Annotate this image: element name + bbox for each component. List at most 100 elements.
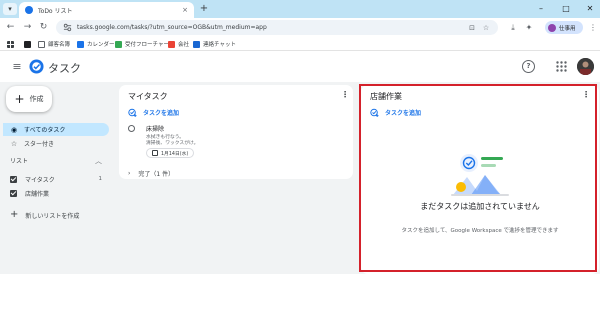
sidebar-item-all-tasks[interactable]: ◉ すべてのタスク (3, 123, 109, 136)
lists-heading: リスト (10, 158, 29, 165)
main-menu-icon[interactable]: ≡ (10, 60, 24, 74)
close-window-button[interactable]: ✕ (580, 2, 600, 16)
bookmark-item[interactable]: 受付フローチャート (115, 39, 174, 49)
slides-icon (115, 40, 122, 48)
omnibox[interactable]: tasks.google.com/tasks/?utm_source=OGB&u… (56, 20, 498, 35)
task-complete-circle-icon[interactable] (128, 125, 135, 132)
list-title: 店舗作業 (370, 92, 402, 101)
task-date-chip[interactable]: 1月14日(水) (146, 148, 195, 158)
help-icon[interactable]: ? (522, 60, 535, 73)
more-options-icon[interactable]: ⋮ (341, 91, 349, 99)
browser-tab[interactable]: ToDo リスト × (19, 2, 194, 18)
profile-chip[interactable]: 仕事用 (545, 21, 583, 34)
install-app-icon[interactable]: ⊡ (467, 24, 477, 32)
add-task-label: タスクを追加 (143, 110, 180, 117)
bookmark-item[interactable]: 顧客名簿 (38, 39, 70, 49)
add-task-label: タスクを追加 (385, 110, 422, 117)
new-list-button[interactable]: + 新しいリストを作成 (10, 210, 79, 220)
download-icon[interactable]: ⤓ (507, 21, 519, 34)
sheet-icon (38, 40, 45, 48)
tab-search-button[interactable]: ▾ (3, 3, 17, 15)
list-item-store-work[interactable]: 店舗作業 (10, 188, 102, 198)
completed-toggle[interactable]: › 完了（1 件） (128, 169, 174, 178)
bookmark-item[interactable]: カレンダー (77, 39, 115, 49)
plus-icon: + (14, 92, 25, 106)
task-details-line: 清掃後、ワックスがけ。 (146, 141, 199, 146)
back-arrow-icon[interactable]: ← (4, 21, 17, 34)
plus-icon: + (10, 209, 19, 220)
tasks-logo-icon (29, 59, 44, 74)
gmail-icon (168, 40, 175, 48)
bookmark-label: 会社 (178, 42, 190, 48)
tab-close-icon[interactable]: × (182, 6, 188, 14)
bookmark-item[interactable] (24, 39, 34, 49)
task-date: 1月14日(水) (161, 151, 189, 157)
checkbox-checked-icon[interactable] (10, 175, 17, 183)
list-item-my-tasks[interactable]: マイタスク 1 (10, 174, 102, 184)
bookmark-icon (24, 40, 31, 48)
account-avatar[interactable] (577, 58, 594, 75)
minimize-button[interactable]: – (531, 2, 551, 16)
site-info-icon[interactable] (63, 23, 72, 32)
main-area: + 作成 ◉ すべてのタスク ☆ スター付き リスト ︿ マイタスク 1 店舗作… (0, 82, 600, 274)
create-label: 作成 (29, 95, 44, 103)
tab-title: ToDo リスト (38, 7, 73, 15)
list-count: 1 (98, 176, 103, 182)
calendar-icon (152, 150, 158, 156)
sites-icon (193, 40, 200, 48)
google-apps-icon[interactable] (556, 61, 567, 72)
sidebar-item-starred[interactable]: ☆ スター付き (3, 137, 54, 150)
lists-section-header[interactable]: リスト ︿ (10, 156, 102, 166)
profile-label: 仕事用 (559, 25, 576, 32)
add-task-button[interactable]: タスクを追加 (128, 108, 179, 117)
list-label: 店舗作業 (25, 190, 50, 198)
chevron-right-icon: › (128, 170, 131, 177)
list-label: マイタスク (25, 176, 55, 184)
add-task-icon (128, 108, 137, 117)
task-title: 床掃除 (146, 126, 165, 133)
create-button[interactable]: + 作成 (6, 86, 52, 112)
sidebar-item-label: スター付き (24, 141, 55, 148)
empty-state-description: タスクを追加して、Google Workspace で進捗を管理できます (401, 228, 559, 234)
list-card-my-tasks: マイタスク ⋮ タスクを追加 床掃除 水拭きも行なう。 清掃後、ワックスがけ。 … (119, 85, 353, 179)
add-task-button[interactable]: タスクを追加 (370, 108, 421, 117)
calendar-icon (77, 40, 84, 48)
list-title: マイタスク (128, 92, 168, 101)
account-photo-icon (577, 58, 594, 75)
chrome-menu-icon[interactable]: ⋮ (587, 21, 599, 34)
chevron-up-icon[interactable]: ︿ (95, 156, 102, 166)
bookmark-item[interactable]: 会社 (168, 39, 189, 49)
url-text: tasks.google.com/tasks/?utm_source=OGB&u… (77, 24, 267, 31)
bookmark-apps[interactable] (7, 39, 17, 49)
google-tasks-favicon-icon (25, 6, 33, 14)
new-tab-button[interactable]: + (198, 3, 210, 15)
reload-icon[interactable]: ↻ (37, 21, 50, 34)
task-check-icon: ◉ (10, 125, 18, 134)
add-task-icon (370, 108, 379, 117)
browser-tab-bar: ▾ ToDo リスト × + – □ ✕ (0, 0, 600, 18)
bookmark-label: 顧客名簿 (48, 42, 71, 48)
extensions-icon[interactable]: ✦ (523, 21, 535, 34)
bookmark-label: 連絡チャット (203, 42, 236, 48)
new-list-label: 新しいリストを作成 (25, 212, 80, 220)
bookmark-item[interactable]: 連絡チャット (193, 39, 236, 49)
empty-state-title: まだタスクは追加されていません (420, 202, 540, 211)
completed-label: 完了（1 件） (138, 171, 175, 178)
app-header: ≡ タスク ? (0, 52, 600, 82)
maximize-button[interactable]: □ (556, 2, 576, 16)
apps-grid-icon (7, 40, 14, 48)
blank-area (0, 274, 600, 332)
profile-avatar-icon (548, 23, 556, 32)
forward-arrow-icon[interactable]: → (21, 21, 34, 34)
star-icon: ☆ (10, 139, 18, 148)
bookmark-star-icon[interactable]: ☆ (481, 24, 491, 32)
list-card-store-work: 店舗作業 ⋮ タスクを追加 まだタスクは追加されていません タスクを追加して、G… (361, 85, 599, 274)
more-options-icon[interactable]: ⋮ (582, 91, 590, 99)
app-title: タスク (48, 62, 81, 75)
empty-state-illustration (451, 154, 509, 196)
checkbox-checked-icon[interactable] (10, 189, 17, 197)
address-toolbar: ← → ↻ tasks.google.com/tasks/?utm_source… (0, 18, 600, 37)
bookmarks-bar: 顧客名簿 カレンダー 受付フローチャート 会社 連絡チャット (0, 37, 600, 51)
bookmark-label: カレンダー (87, 42, 115, 48)
sidebar-item-label: すべてのタスク (24, 127, 66, 134)
